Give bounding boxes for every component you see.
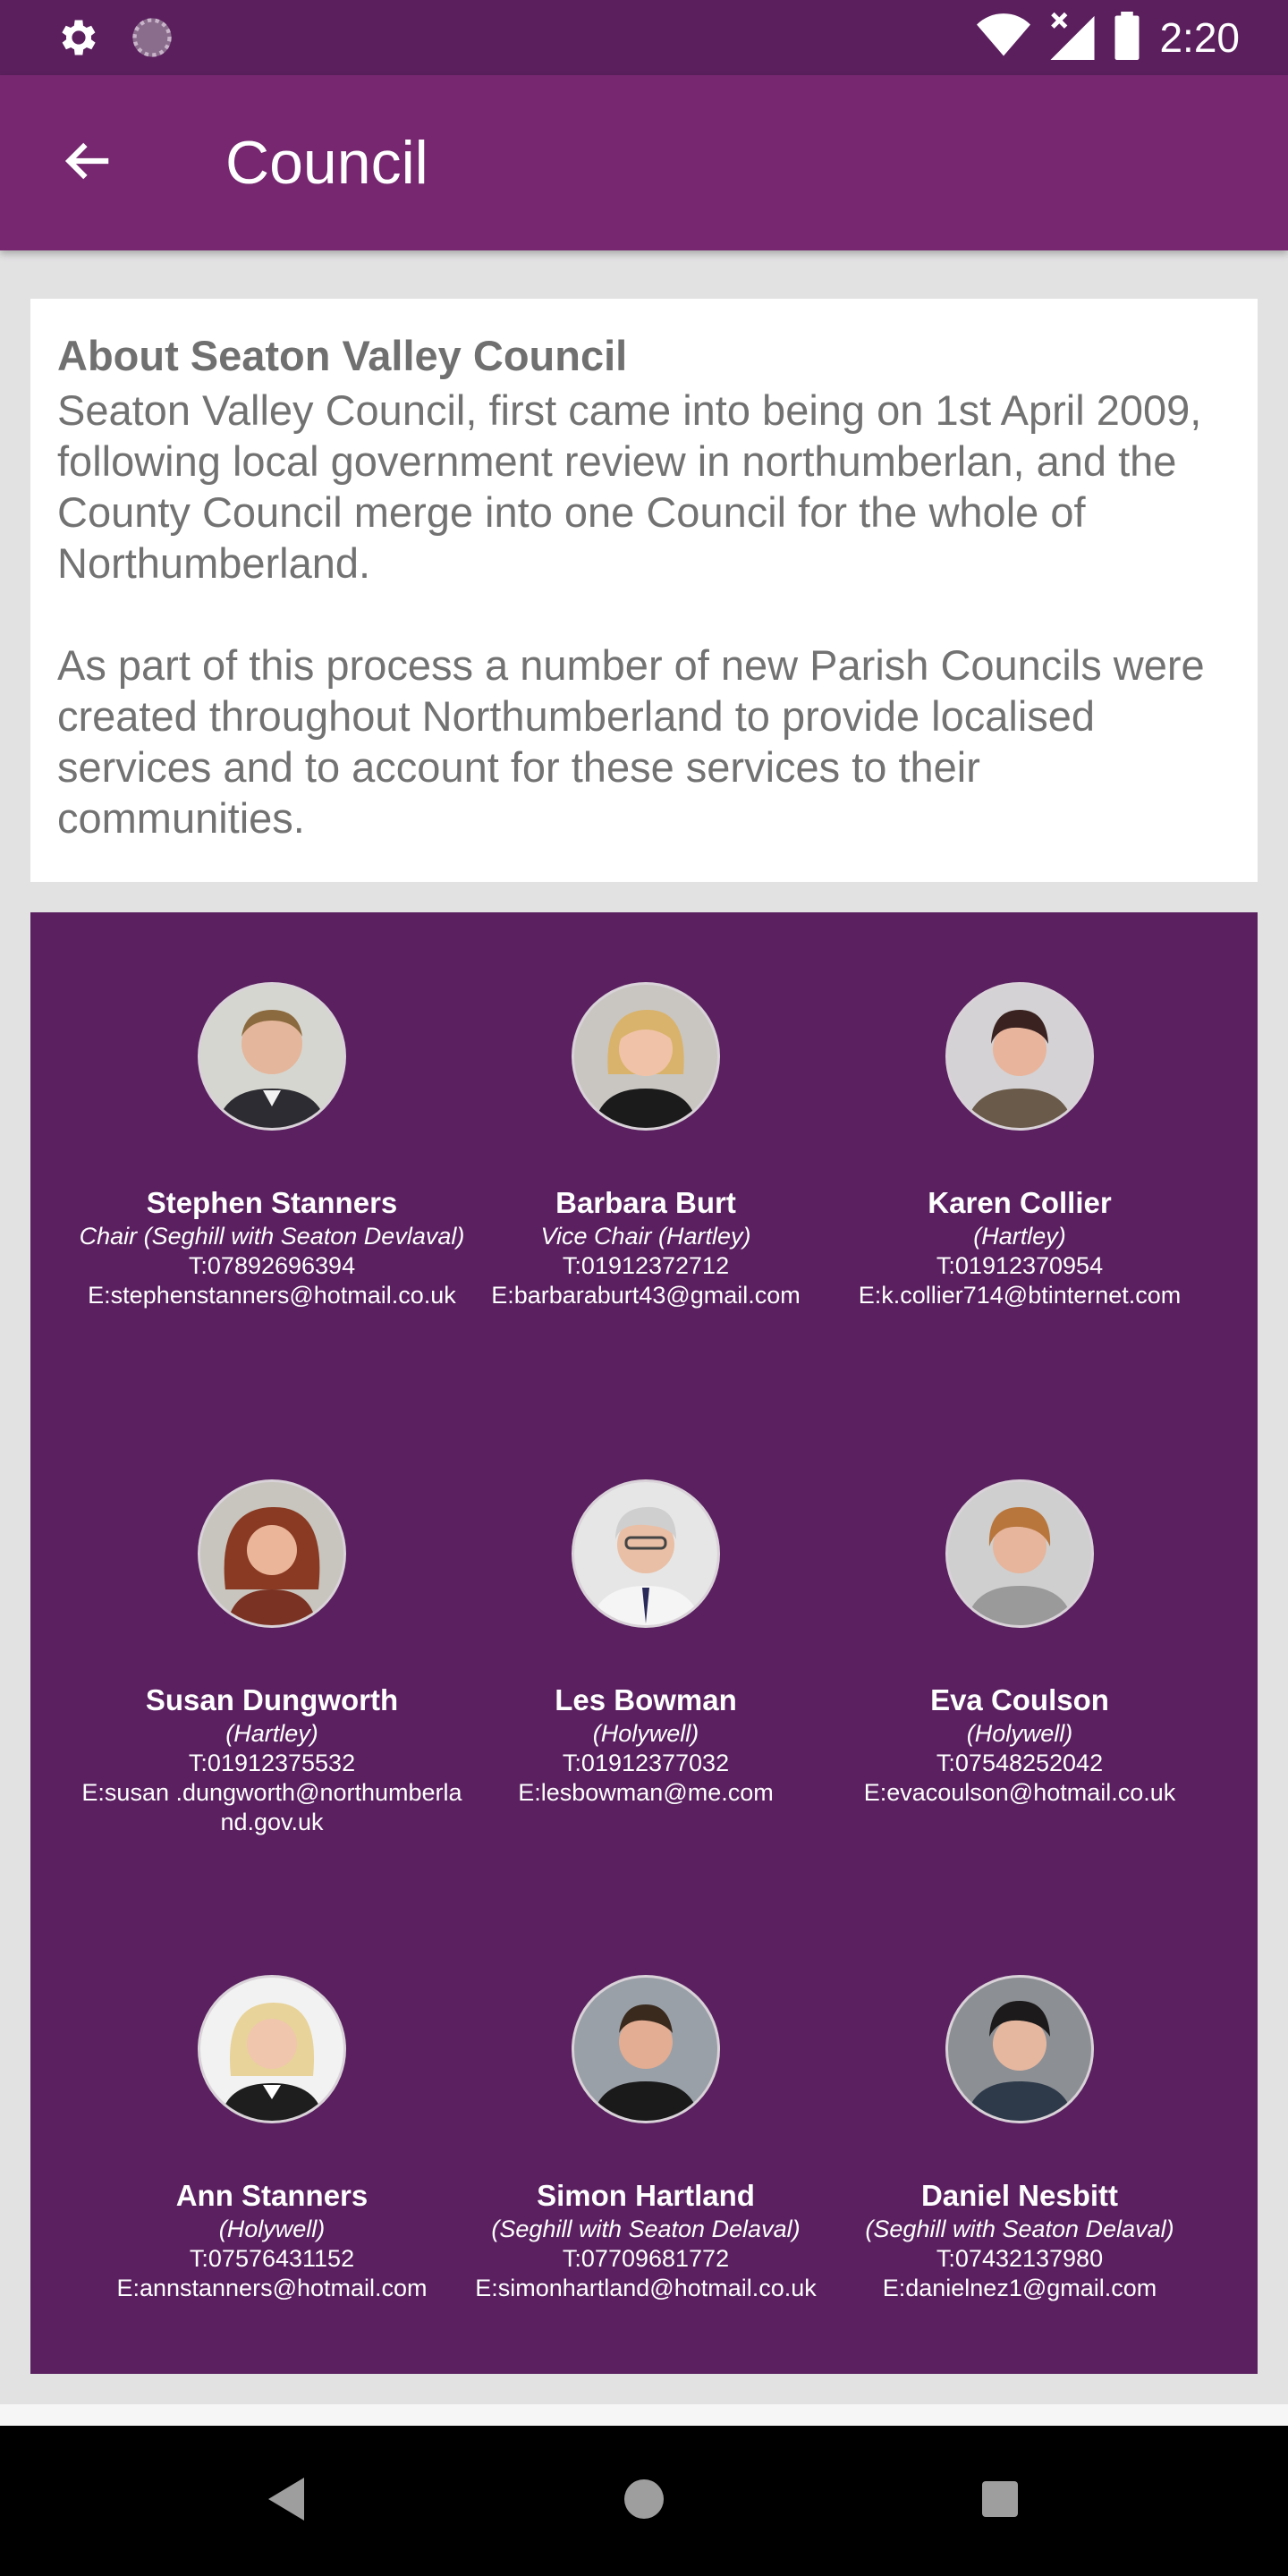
- member-card[interactable]: Karen Collier (Hartley) T:01912370954 E:…: [823, 982, 1216, 1310]
- page-title: Council: [225, 129, 428, 197]
- member-phone[interactable]: T:07892696394: [75, 1251, 469, 1281]
- member-card[interactable]: Eva Coulson (Holywell) T:07548252042 E:e…: [823, 1479, 1216, 1808]
- member-card[interactable]: Simon Hartland (Seghill with Seaton Dela…: [449, 1975, 843, 2303]
- circle-home-icon: [623, 2478, 665, 2525]
- avatar: [572, 1479, 720, 1628]
- arrow-back-icon: [60, 133, 115, 193]
- member-phone[interactable]: T:07576431152: [75, 2244, 469, 2274]
- member-role: (Hartley): [973, 1223, 1066, 1250]
- member-email[interactable]: E:barbaraburt43@gmail.com: [449, 1281, 843, 1310]
- member-card[interactable]: Susan Dungworth (Hartley) T:01912375532 …: [75, 1479, 469, 1837]
- member-name: Ann Stanners: [175, 2179, 369, 2212]
- member-phone[interactable]: T:01912375532: [75, 1749, 469, 1778]
- status-bar: 2:20: [0, 0, 1288, 75]
- gear-icon: [55, 14, 102, 65]
- cell-signal-icon: [1050, 12, 1096, 64]
- avatar: [945, 1479, 1094, 1628]
- about-paragraph: Seaton Valley Council, first came into b…: [57, 386, 1202, 587]
- nav-back-button[interactable]: [254, 2469, 318, 2533]
- member-email[interactable]: E:danielnez1@gmail.com: [823, 2274, 1216, 2303]
- member-phone[interactable]: T:01912372712: [449, 1251, 843, 1281]
- nav-home-button[interactable]: [612, 2469, 676, 2533]
- member-role: (Holywell): [218, 2216, 326, 2242]
- member-name: Karen Collier: [928, 1186, 1112, 1219]
- member-email[interactable]: E:stephenstanners@hotmail.co.uk: [75, 1281, 469, 1310]
- avatar: [198, 1975, 346, 2123]
- avatar: [945, 982, 1094, 1131]
- member-role: (Seghill with Seaton Delaval): [865, 2216, 1174, 2242]
- member-name: Eva Coulson: [930, 1683, 1109, 1716]
- member-card[interactable]: Barbara Burt Vice Chair (Hartley) T:0191…: [449, 982, 843, 1310]
- member-email[interactable]: E:susan .dungworth@northumberland.gov.uk: [75, 1778, 469, 1837]
- triangle-back-icon: [265, 2476, 308, 2527]
- about-title: About Seaton Valley Council: [57, 332, 628, 379]
- member-role: (Hartley): [225, 1720, 318, 1747]
- avatar: [945, 1975, 1094, 2123]
- member-name: Barbara Burt: [555, 1186, 736, 1219]
- member-email[interactable]: E:lesbowman@me.com: [449, 1778, 843, 1808]
- spinner-icon: [129, 14, 175, 65]
- member-role: (Seghill with Seaton Delaval): [491, 2216, 801, 2242]
- member-email[interactable]: E:annstanners@hotmail.com: [75, 2274, 469, 2303]
- member-card[interactable]: Ann Stanners (Holywell) T:07576431152 E:…: [75, 1975, 469, 2303]
- member-role: Vice Chair (Hartley): [540, 1223, 751, 1250]
- member-card[interactable]: Daniel Nesbitt (Seghill with Seaton Dela…: [823, 1975, 1216, 2303]
- battery-icon: [1114, 11, 1140, 64]
- member-name: Susan Dungworth: [145, 1683, 399, 1716]
- member-phone[interactable]: T:07432137980: [823, 2244, 1216, 2274]
- next-card-edge: [0, 2404, 1288, 2426]
- member-role: (Holywell): [966, 1720, 1073, 1747]
- back-button[interactable]: [54, 129, 122, 197]
- member-name: Les Bowman: [555, 1683, 737, 1716]
- member-phone[interactable]: T:07548252042: [823, 1749, 1216, 1778]
- member-card[interactable]: Stephen Stanners Chair (Seghill with Sea…: [75, 982, 469, 1310]
- avatar: [198, 982, 346, 1131]
- wifi-icon: [977, 13, 1031, 63]
- about-card: About Seaton Valley Council Seaton Valle…: [30, 299, 1258, 882]
- member-role: (Holywell): [592, 1720, 699, 1747]
- member-name: Daniel Nesbitt: [920, 2179, 1119, 2212]
- avatar: [572, 1975, 720, 2123]
- member-role: Chair (Seghill with Seaton Devlaval): [79, 1223, 465, 1250]
- avatar: [572, 982, 720, 1131]
- member-card[interactable]: Les Bowman (Holywell) T:01912377032 E:le…: [449, 1479, 843, 1808]
- member-phone[interactable]: T:01912377032: [449, 1749, 843, 1778]
- system-nav-bar: [0, 2426, 1288, 2576]
- member-email[interactable]: E:evacoulson@hotmail.co.uk: [823, 1778, 1216, 1808]
- member-email[interactable]: E:k.collier714@btinternet.com: [823, 1281, 1216, 1310]
- app-bar: Council: [0, 75, 1288, 250]
- member-name: Simon Hartland: [537, 2179, 755, 2212]
- member-name: Stephen Stanners: [146, 1186, 398, 1219]
- member-phone[interactable]: T:07709681772: [449, 2244, 843, 2274]
- status-time: 2:20: [1159, 14, 1240, 61]
- about-paragraph: As part of this process a number of new …: [57, 641, 1205, 842]
- nav-recents-button[interactable]: [968, 2469, 1032, 2533]
- member-email[interactable]: E:simonhartland@hotmail.co.uk: [449, 2274, 843, 2303]
- avatar: [198, 1479, 346, 1628]
- council-members-panel: Stephen Stanners Chair (Seghill with Sea…: [30, 912, 1258, 2374]
- member-phone[interactable]: T:01912370954: [823, 1251, 1216, 1281]
- square-recents-icon: [980, 2479, 1020, 2523]
